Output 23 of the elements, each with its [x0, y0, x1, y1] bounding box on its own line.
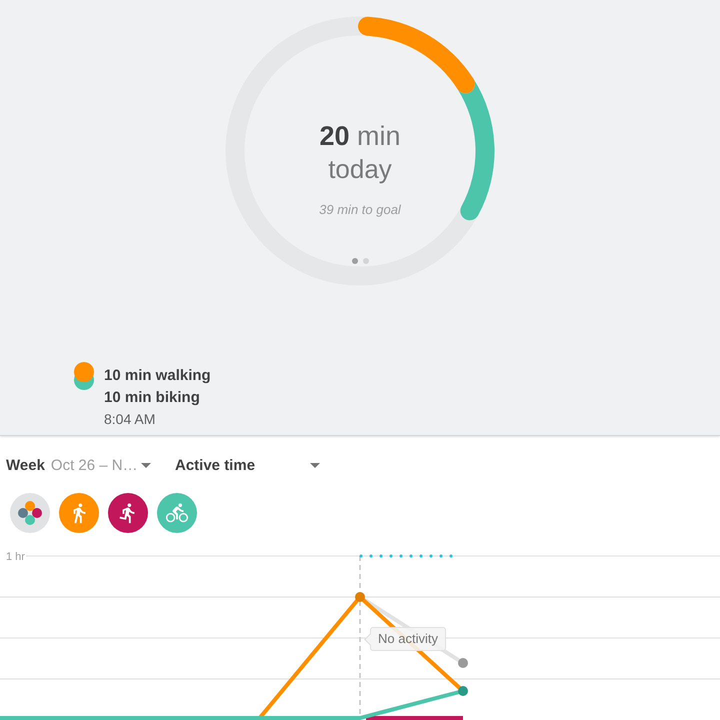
activity-summary-line: 10 min biking [104, 388, 201, 408]
running-filter-button[interactable] [108, 493, 148, 533]
caret-icon [310, 462, 320, 468]
four-dots-icon [18, 501, 42, 525]
metric-dropdown[interactable]: Active time [175, 445, 320, 485]
date-range-dropdown[interactable]: Week Oct 26 – N… [6, 445, 151, 485]
axis-tick-label: 1 hr [6, 551, 25, 563]
active-minutes-total: 20 min [319, 120, 401, 152]
tooltip: No activity [364, 627, 446, 651]
page-dot-icon[interactable] [362, 258, 368, 264]
page-dot-icon[interactable] [352, 258, 358, 264]
activity-time: 8:04 AM [104, 410, 156, 429]
bicycle-icon [166, 502, 188, 524]
activity-summary-line: 10 min walking [104, 366, 211, 386]
caret-icon [141, 462, 151, 468]
all-activities-filter-button[interactable] [10, 493, 50, 533]
data-point [458, 686, 468, 696]
data-point [458, 658, 468, 668]
walking-filter-button[interactable] [59, 493, 99, 533]
goal-remaining-text: 39 min to goal [319, 202, 401, 218]
period-label: today [328, 153, 392, 186]
data-point [355, 592, 365, 602]
biking-filter-button[interactable] [157, 493, 197, 533]
